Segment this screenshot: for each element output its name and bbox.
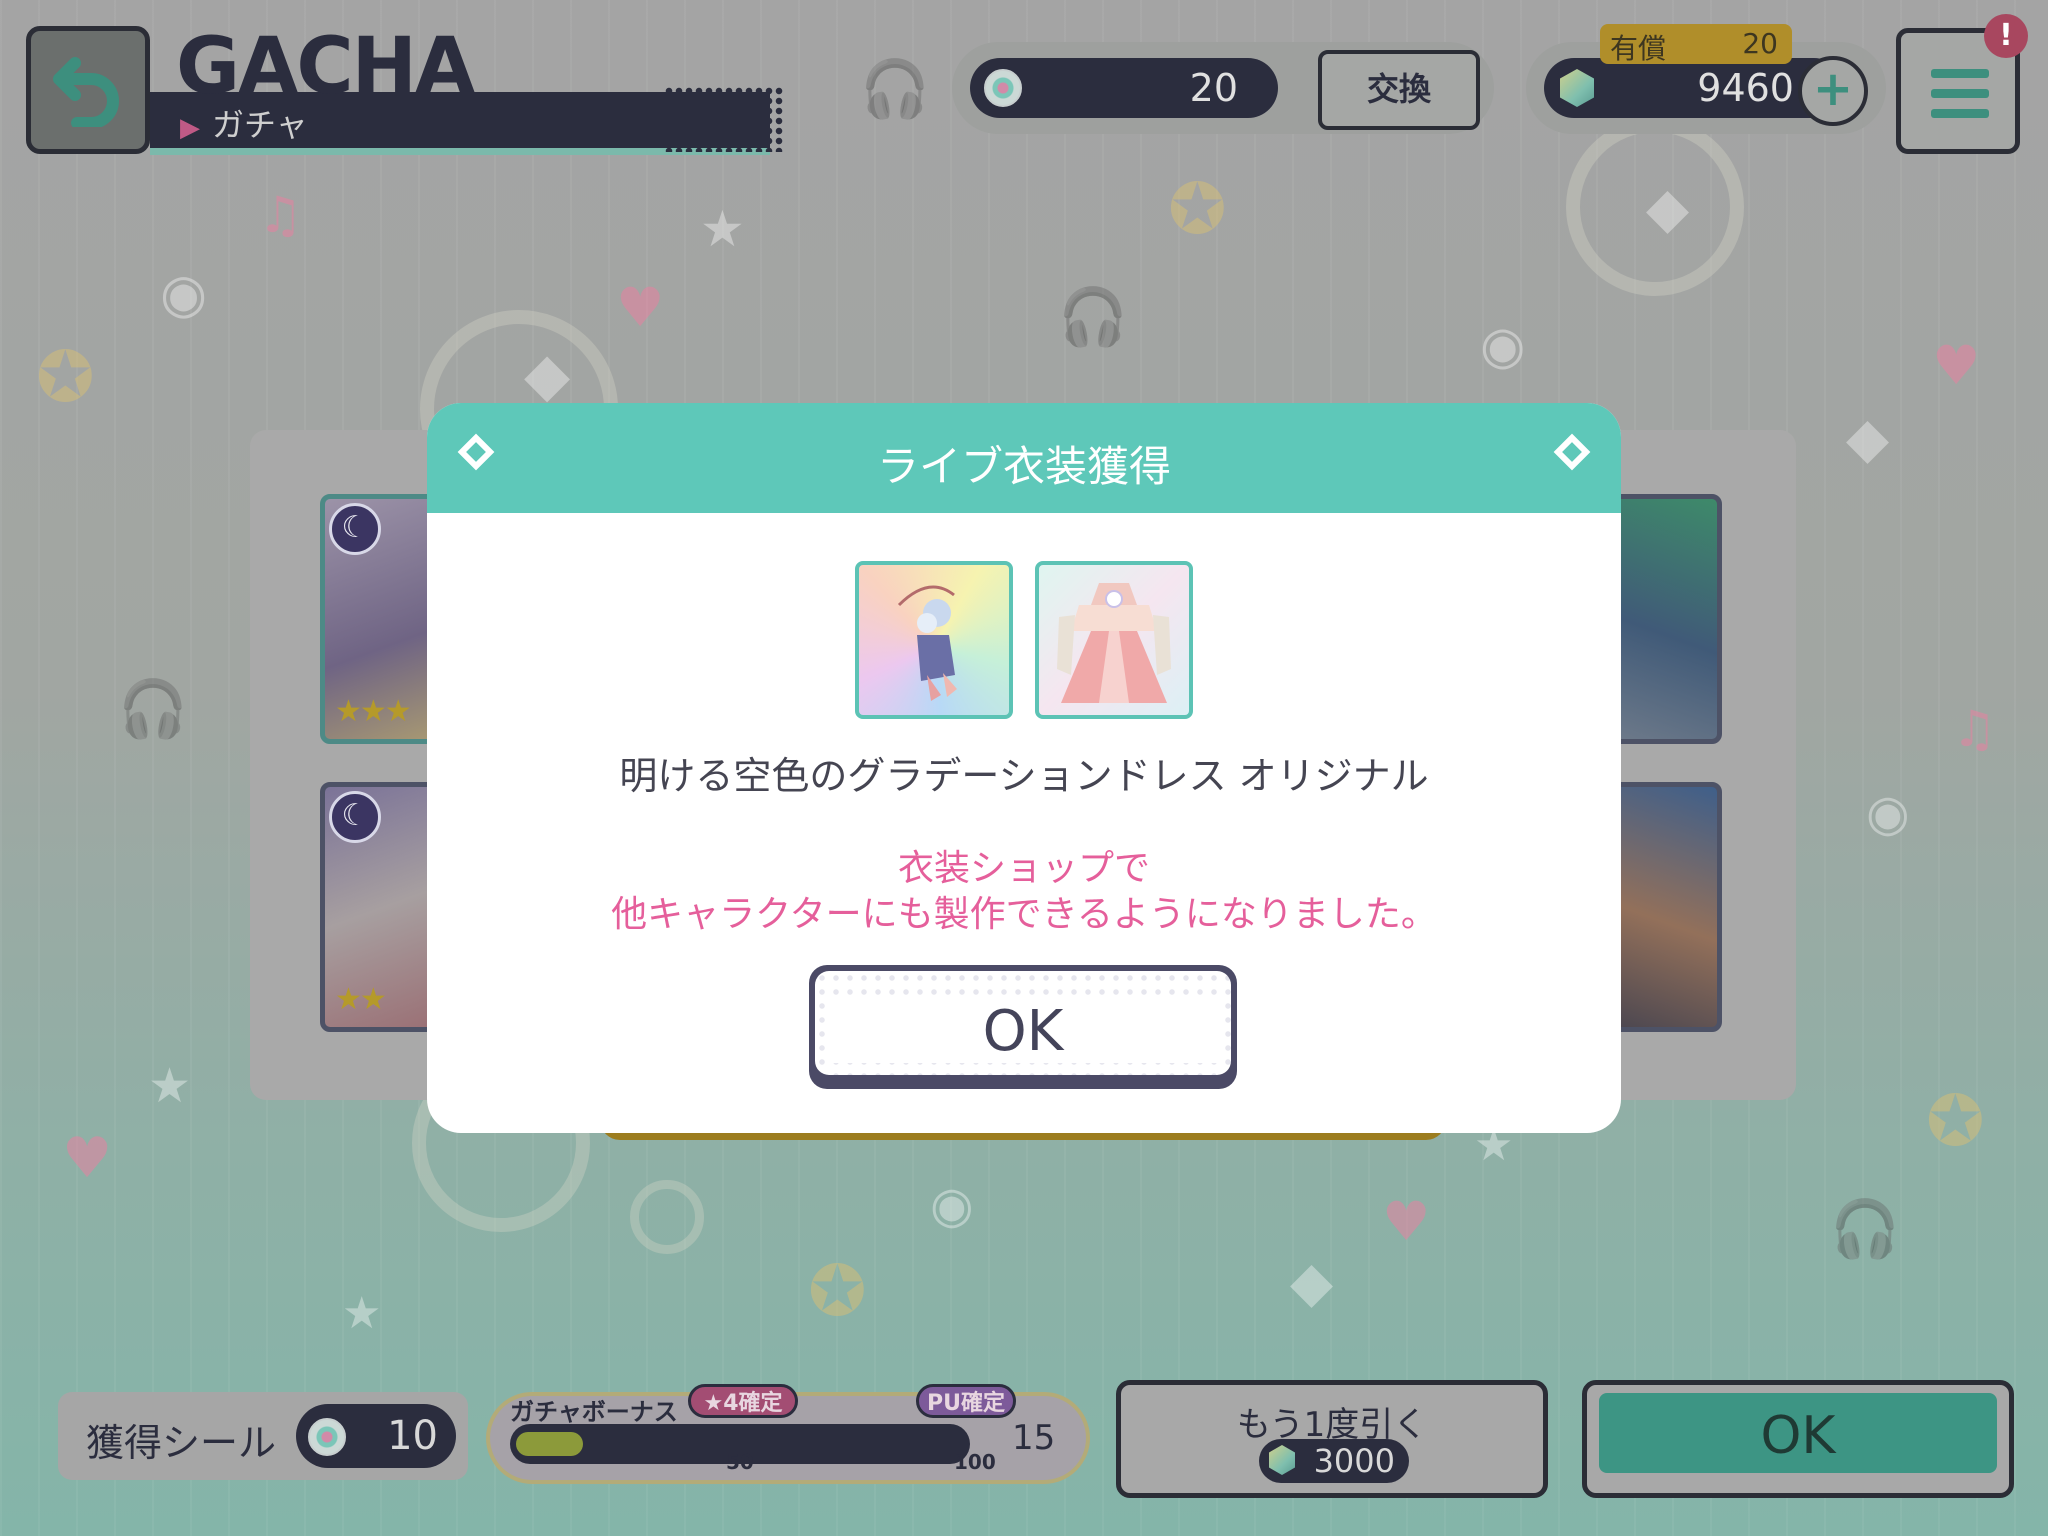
hair-accessory-image	[897, 585, 957, 701]
gacha-bonus-label: ガチャボーナス	[510, 1398, 678, 1426]
decor-heart-icon: ♥	[62, 1126, 113, 1191]
decor-heart-icon: ♥	[1932, 334, 1981, 397]
title-bar-dots	[664, 86, 784, 152]
menu-icon-line	[1931, 69, 1989, 78]
decor-diamond-icon: ◆	[524, 340, 571, 410]
back-button[interactable]	[26, 26, 150, 154]
paid-label: 有償	[1610, 32, 1667, 65]
seal-coin-icon	[984, 69, 1022, 107]
decor-medal-icon: ✪	[808, 1250, 867, 1332]
costume-dress-thumbnail	[1035, 561, 1193, 719]
decor-headphones-icon: 🎧	[860, 57, 930, 122]
draw-again-cost-pill: 3000	[1259, 1439, 1409, 1483]
back-arrow-icon	[53, 57, 119, 127]
exchange-button[interactable]: 交換	[1318, 50, 1480, 130]
add-crystal-button[interactable]: +	[1798, 56, 1868, 126]
decor-medal-icon: ✪	[1926, 1080, 1985, 1162]
rarity-stars: ★★★	[335, 694, 412, 729]
menu-icon-line	[1931, 109, 1989, 118]
decor-disc-icon: ◉	[160, 262, 208, 325]
seal-coin-icon	[308, 1418, 346, 1456]
crystal-count: 9460	[1697, 66, 1794, 110]
decor-disc-icon: ◉	[1866, 784, 1910, 842]
costume-name: 明ける空色のグラデーションドレス オリジナル	[619, 754, 1429, 798]
ok-bottom-label: OK	[1599, 1393, 1997, 1473]
crystal-icon	[1560, 69, 1594, 107]
page-title: GACHA	[176, 22, 475, 112]
bonus-tag-4star: ★4確定	[688, 1384, 798, 1418]
dialog-header: ライブ衣装獲得	[427, 403, 1621, 513]
decor-heart-icon: ♥	[1382, 1190, 1431, 1253]
decor-medal-icon: ✪	[1168, 168, 1227, 250]
triangle-icon: ▶	[180, 113, 200, 143]
bonus-tick-100: 100	[954, 1450, 996, 1474]
paid-badge: 有償 20	[1600, 24, 1792, 65]
costume-note-line2: 他キャラクターにも製作できるようになりました。	[611, 894, 1437, 935]
seal-count: 20	[1189, 66, 1238, 110]
dialog-ok-button[interactable]: OK	[809, 965, 1237, 1089]
decor-note-icon: ♫	[258, 186, 303, 244]
dialog-ok-label: OK	[982, 999, 1064, 1064]
decor-note-icon: ♫	[1952, 700, 1997, 758]
acquired-seal-count: 10	[387, 1413, 438, 1459]
decor-diamond-icon: ◆	[1846, 406, 1890, 471]
gacha-bonus-fill	[516, 1432, 583, 1456]
moon-attribute-icon: ☾	[329, 791, 381, 843]
page-subtitle: ▶ ガチャ	[180, 100, 308, 146]
page-subtitle-text: ガチャ	[212, 106, 308, 144]
paid-count: 20	[1742, 27, 1778, 60]
moon-attribute-icon: ☾	[329, 503, 381, 555]
seal-counter-inner: 20	[970, 58, 1278, 118]
bonus-tick-50: 50	[726, 1450, 754, 1474]
decor-ring	[630, 1180, 704, 1254]
dialog-title: ライブ衣装獲得	[876, 442, 1171, 491]
draw-again-cost: 3000	[1313, 1442, 1395, 1480]
decor-disc-icon: ◉	[1480, 316, 1526, 376]
acquired-seal-pill: 10	[296, 1404, 456, 1468]
rarity-stars: ★★	[335, 982, 387, 1017]
alert-badge: !	[1984, 14, 2028, 58]
decor-medal-icon: ✪	[36, 336, 95, 418]
decor-star-icon: ★	[700, 200, 745, 258]
dialog-ok-face: OK	[815, 971, 1231, 1075]
costume-accessory-thumbnail	[855, 561, 1013, 719]
acquired-seal-box: 獲得シール 10	[58, 1392, 468, 1480]
decor-diamond-icon: ◆	[1646, 176, 1690, 241]
decor-star-icon: ★	[342, 1288, 382, 1339]
crystal-icon	[1269, 1445, 1295, 1475]
decor-headphones-icon: 🎧	[1058, 285, 1128, 350]
decor-headphones-icon: 🎧	[118, 677, 188, 742]
costume-acquired-dialog: ライブ衣装獲得 明ける空色のグラデーションドレス オリジナル 衣装ショップで 他…	[427, 403, 1621, 1133]
gacha-bonus-box: ガチャボーナス ★4確定 PU確定 50 100 15	[486, 1384, 1090, 1484]
dress-image	[1057, 583, 1171, 703]
decor-star-icon: ★	[148, 1058, 192, 1114]
gacha-bonus-count: 15	[1012, 1418, 1056, 1458]
decor-headphones-icon: 🎧	[1830, 1197, 1900, 1262]
ok-bottom-button[interactable]: OK	[1582, 1380, 2014, 1498]
decor-heart-icon: ♥	[616, 276, 665, 339]
decor-diamond-icon: ◆	[1290, 1250, 1334, 1315]
menu-icon-line	[1931, 89, 1989, 98]
draw-again-button[interactable]: もう1度引く 3000	[1116, 1380, 1548, 1498]
decor-disc-icon: ◉	[930, 1176, 974, 1234]
bonus-tag-pu: PU確定	[916, 1384, 1016, 1418]
costume-note-line1: 衣装ショップで	[897, 848, 1150, 889]
acquired-seal-label: 獲得シール	[86, 1421, 277, 1465]
